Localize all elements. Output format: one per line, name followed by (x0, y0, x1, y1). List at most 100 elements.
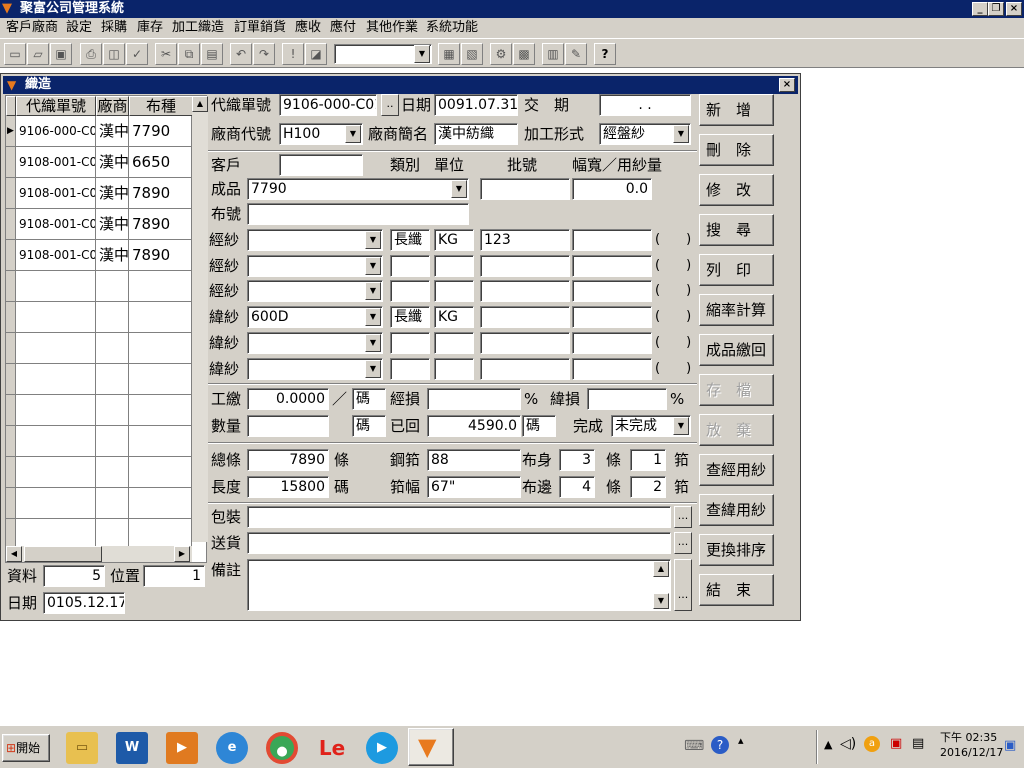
yarn-batch-field[interactable]: 123 (480, 229, 570, 251)
close-icon[interactable]: × (1006, 2, 1022, 16)
grid-row-selector[interactable] (6, 364, 16, 395)
yarn-dropdown-icon[interactable]: ▼ (365, 308, 381, 326)
grid-row-selector[interactable] (6, 302, 16, 333)
menu-purchase[interactable]: 採購 (99, 18, 129, 38)
copy-icon[interactable]: ⧉ (178, 43, 200, 65)
length-field[interactable]: 15800 (247, 476, 329, 498)
reed-field[interactable]: 88 (427, 449, 521, 471)
table-cell-empty[interactable] (129, 488, 192, 519)
keyboard-icon[interactable]: ⌨ (684, 738, 704, 754)
grid-row-selector[interactable] (6, 240, 16, 271)
table-cell-empty[interactable] (129, 271, 192, 302)
warp-loss-field[interactable] (427, 388, 521, 410)
delivery-field[interactable]: . . (599, 94, 691, 116)
cloth-field[interactable] (247, 203, 469, 225)
table-cell-empty[interactable] (129, 364, 192, 395)
grid-row-selector[interactable] (6, 488, 16, 519)
table-cell-empty[interactable] (96, 333, 129, 364)
grid-row-selector[interactable] (6, 209, 16, 240)
table-cell-vendor[interactable]: 漢中 (96, 178, 129, 209)
process-select[interactable]: 經盤紗 ▼ (599, 123, 691, 145)
yarn-row-select[interactable]: 600D ▼ (247, 306, 383, 328)
yarn-row-select[interactable]: ▼ (247, 280, 383, 302)
menu-receivable[interactable]: 應收 (293, 18, 323, 38)
action-button-11[interactable]: 更換排序 (699, 534, 774, 566)
order-no-lookup-button[interactable]: .. (381, 94, 399, 116)
grid-header-vendor[interactable]: 廠商 (96, 96, 129, 116)
weaving-window-title-bar[interactable]: ▼ 織造 × (3, 76, 798, 94)
yarn-width-field[interactable] (572, 255, 652, 277)
yarn-batch-field[interactable] (480, 280, 570, 302)
note-lookup-button[interactable]: ... (674, 559, 692, 611)
ship-field[interactable] (247, 532, 671, 554)
yarn-batch-field[interactable] (480, 255, 570, 277)
position-field[interactable]: 1 (143, 565, 205, 587)
yarn-dropdown-icon[interactable]: ▼ (365, 282, 381, 300)
form-icon[interactable]: ▦ (438, 43, 460, 65)
action-button-1[interactable]: 刪 除 (699, 134, 774, 166)
table-cell-order-no[interactable]: 9108-001-C03 (16, 209, 96, 240)
action-button-2[interactable]: 修 改 (699, 174, 774, 206)
table-cell-empty[interactable] (129, 395, 192, 426)
internet-explorer-icon[interactable]: e (216, 732, 248, 764)
table-cell-empty[interactable] (96, 488, 129, 519)
returned-field[interactable]: 4590.0 (427, 415, 521, 437)
done-dropdown-icon[interactable]: ▼ (673, 417, 689, 435)
table-cell-empty[interactable] (16, 426, 96, 457)
chart-icon[interactable]: ◪ (305, 43, 327, 65)
action-button-12[interactable]: 結 束 (699, 574, 774, 606)
video-player-icon[interactable]: ▶ (366, 732, 398, 764)
yarn-type-field[interactable] (390, 332, 430, 354)
table-cell-empty[interactable] (129, 302, 192, 333)
menu-other[interactable]: 其他作業 (364, 18, 420, 38)
note-textarea[interactable]: ▲ ▼ (247, 559, 671, 611)
table-cell-empty[interactable] (16, 364, 96, 395)
total-field[interactable]: 7890 (247, 449, 329, 471)
table-cell-empty[interactable] (16, 488, 96, 519)
table-cell-cloth-type[interactable]: 6650 (129, 147, 192, 178)
table-cell-empty[interactable] (129, 457, 192, 488)
help-icon[interactable]: ? (594, 43, 616, 65)
table-cell-empty[interactable] (129, 333, 192, 364)
scroll-thumb[interactable] (24, 546, 102, 562)
yarn-unit-field[interactable]: KG (434, 306, 474, 328)
spellcheck-icon[interactable]: ✓ (126, 43, 148, 65)
volume-icon[interactable]: ◁) (840, 736, 856, 752)
records-field[interactable]: 5 (43, 565, 105, 587)
yarn-dropdown-icon[interactable]: ▼ (365, 231, 381, 249)
yarn-dropdown-icon[interactable]: ▼ (365, 334, 381, 352)
vendor-code-field[interactable]: H100 ▼ (279, 123, 363, 145)
product-batch-field[interactable] (480, 178, 570, 200)
yarn-row-select[interactable]: ▼ (247, 229, 383, 251)
help-tray-icon[interactable]: ? (711, 736, 729, 754)
table-cell-cloth-type[interactable]: 7790 (129, 116, 192, 147)
grid-date-field[interactable]: 0105.12.17 (43, 592, 125, 614)
app-title-bar[interactable]: ▼ 聚富公司管理系統 _ ❐ × (0, 0, 1024, 18)
date-field[interactable]: 0091.07.31 (434, 94, 518, 116)
yarn-unit-field[interactable] (434, 358, 474, 380)
yarn-row-select[interactable]: ▼ (247, 358, 383, 380)
action-button-10[interactable]: 查緯用紗 (699, 494, 774, 526)
qty-field[interactable] (247, 415, 329, 437)
table-cell-vendor[interactable]: 漢中 (96, 147, 129, 178)
scroll-up-icon[interactable]: ▲ (192, 96, 208, 112)
scroll-right-icon[interactable]: ▶ (174, 546, 190, 562)
show-hidden-icons[interactable]: ▲ (824, 738, 832, 751)
product-dropdown-icon[interactable]: ▼ (451, 180, 467, 198)
table-cell-empty[interactable] (96, 426, 129, 457)
done-select[interactable]: 未完成 ▼ (611, 415, 691, 437)
chrome-icon[interactable]: ● (266, 732, 298, 764)
yarn-batch-field[interactable] (480, 358, 570, 380)
menu-customers[interactable]: 客戶廠商 (4, 18, 60, 38)
show-desktop-icon[interactable]: ▣ (1004, 738, 1016, 753)
restore-icon[interactable]: ❐ (988, 2, 1004, 16)
taskbar-app-active[interactable]: ▼ (408, 728, 454, 766)
yarn-row-select[interactable]: ▼ (247, 332, 383, 354)
network-icon[interactable]: ▣ (890, 736, 902, 751)
yarn-dropdown-icon[interactable]: ▼ (365, 360, 381, 378)
table-cell-empty[interactable] (129, 426, 192, 457)
minimize-icon[interactable]: _ (972, 2, 988, 16)
print-preview-icon[interactable]: ◫ (103, 43, 125, 65)
chevron-down-icon[interactable]: ▼ (414, 45, 430, 63)
yarn-width-field[interactable] (572, 280, 652, 302)
